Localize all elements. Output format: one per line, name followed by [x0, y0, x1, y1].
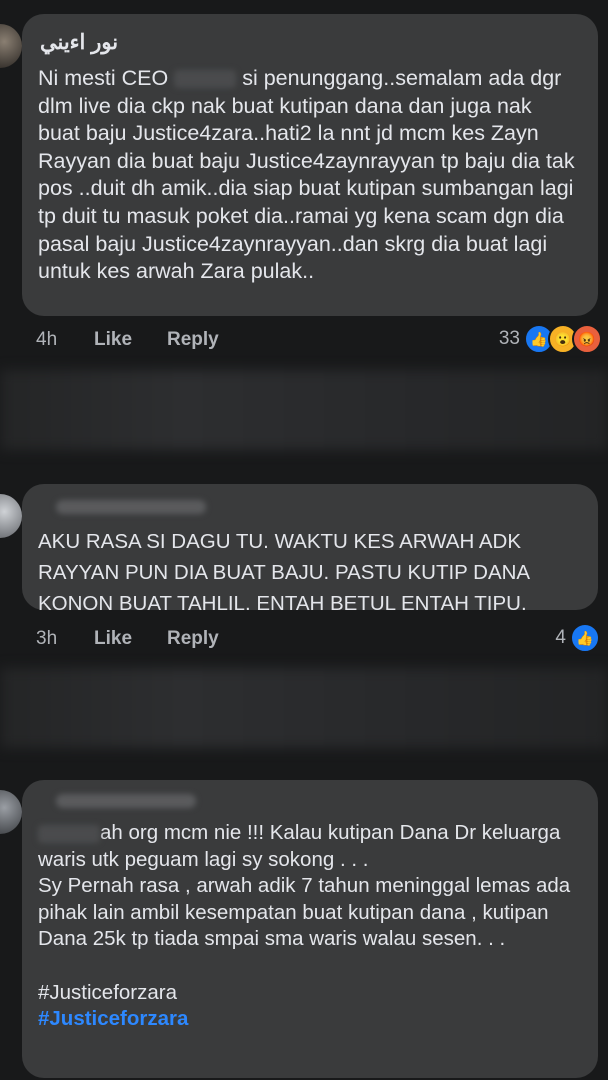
commenter-avatar[interactable]: [0, 494, 22, 538]
reaction-summary[interactable]: 4 👍: [555, 623, 600, 653]
like-button[interactable]: Like: [94, 628, 167, 650]
like-icon: 👍: [570, 623, 600, 653]
reaction-count: 4: [555, 627, 566, 648]
reaction-count: 33: [498, 328, 520, 349]
redacted-name: [38, 824, 100, 843]
blurred-comment: [0, 370, 608, 450]
comment-actions: 4h Like Reply: [36, 325, 219, 355]
comment-author[interactable]: نور اءيني: [40, 31, 118, 54]
comment-text: Ni mesti CEO si penunggang..semalam ada …: [38, 66, 581, 284]
comment-timestamp[interactable]: 4h: [36, 329, 94, 351]
redacted-name: [174, 70, 237, 89]
comment-bubble: ah org mcm nie !!! Kalau kutipan Dana Dr…: [22, 780, 598, 1078]
comment-bubble: نور اءيني Ni mesti CEO si penunggang..se…: [22, 14, 598, 316]
reaction-summary[interactable]: 33 👍 😮 😡: [499, 324, 602, 354]
commenter-avatar[interactable]: [0, 790, 22, 834]
like-button[interactable]: Like: [94, 329, 167, 351]
reply-button[interactable]: Reply: [167, 329, 219, 351]
commenter-avatar[interactable]: [0, 24, 22, 68]
angry-icon: 😡: [572, 324, 602, 354]
comment-bubble: AKU RASA SI DAGU TU. WAKTU KES ARWAH ADK…: [22, 484, 598, 615]
comment-text: ah org mcm nie !!! Kalau kutipan Dana Dr…: [38, 821, 576, 1031]
blurred-comment: [0, 668, 608, 748]
blurred-author: [56, 794, 196, 808]
comment-actions: 3h Like Reply: [36, 624, 219, 654]
comment-text: AKU RASA SI DAGU TU. WAKTU KES ARWAH ADK…: [38, 530, 535, 615]
comment-timestamp[interactable]: 3h: [36, 628, 94, 650]
blurred-author: [56, 500, 206, 514]
hashtag-link[interactable]: #Justiceforzara: [38, 1007, 188, 1030]
hashtag-text: #Justiceforzara: [38, 980, 178, 1004]
reply-button[interactable]: Reply: [167, 628, 219, 650]
